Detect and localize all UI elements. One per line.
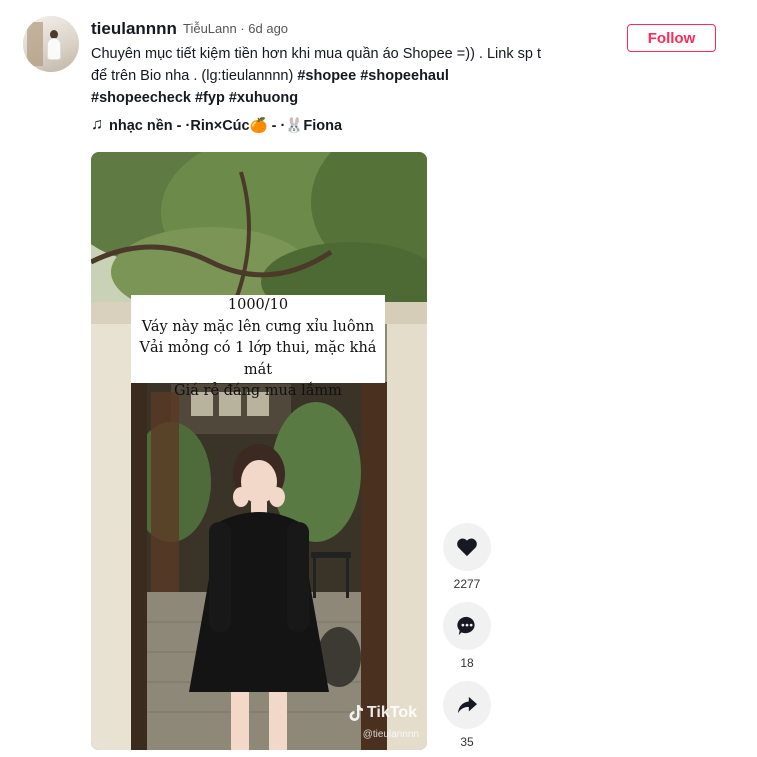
- like-button[interactable]: [443, 523, 491, 571]
- author-username[interactable]: tieulannnn: [91, 19, 177, 39]
- overlay-line: Giá rẻ đáng mua lắmm: [174, 383, 342, 399]
- share-button[interactable]: [443, 681, 491, 729]
- follow-button[interactable]: Follow: [627, 24, 716, 52]
- hashtag-link[interactable]: #fyp: [195, 90, 225, 106]
- hashtag-link[interactable]: #xuhuong: [229, 90, 298, 106]
- video-frame: [91, 152, 427, 750]
- watermark-username: @tieulannnn: [362, 729, 419, 740]
- hashtag-link[interactable]: #shopeecheck: [91, 90, 191, 106]
- comment-button[interactable]: [443, 602, 491, 650]
- overlay-line: Vải mỏng có 1 lớp thui, mặc khá mát: [139, 340, 377, 378]
- tiktok-logo-icon: [349, 705, 363, 721]
- watermark-text: TikTok: [366, 704, 417, 721]
- share-icon: [457, 696, 477, 714]
- music-note-icon: ♫: [91, 116, 103, 133]
- tiktok-watermark: TikTok: [348, 704, 417, 722]
- author-nickname-time: TiễuLann · 6d ago: [183, 21, 289, 36]
- comment-count: 18: [460, 656, 474, 670]
- music-title: nhạc nền - ·Rin×Cúc🍊 - ·🐰Fiona: [109, 117, 343, 134]
- video-player[interactable]: 1000/10 Váy này mặc lên cưng xỉu luônn V…: [91, 152, 427, 750]
- hashtag-link[interactable]: #shopeehaul: [360, 68, 449, 84]
- video-text-overlay: 1000/10 Váy này mặc lên cưng xỉu luônn V…: [131, 295, 385, 399]
- overlay-line: 1000/10: [227, 297, 289, 313]
- like-count: 2277: [453, 577, 481, 591]
- heart-icon: [457, 538, 477, 557]
- share-count: 35: [460, 735, 474, 749]
- hashtag-link[interactable]: #shopee: [297, 68, 356, 84]
- overlay-line: Váy này mặc lên cưng xỉu luônn: [141, 318, 375, 335]
- music-link[interactable]: ♫ nhạc nền - ·Rin×Cúc🍊 - ·🐰Fiona: [91, 116, 342, 134]
- comment-icon: [457, 616, 475, 636]
- avatar[interactable]: [23, 16, 79, 72]
- post-caption: Chuyên mục tiết kiệm tiền hơn khi mua qu…: [91, 43, 561, 109]
